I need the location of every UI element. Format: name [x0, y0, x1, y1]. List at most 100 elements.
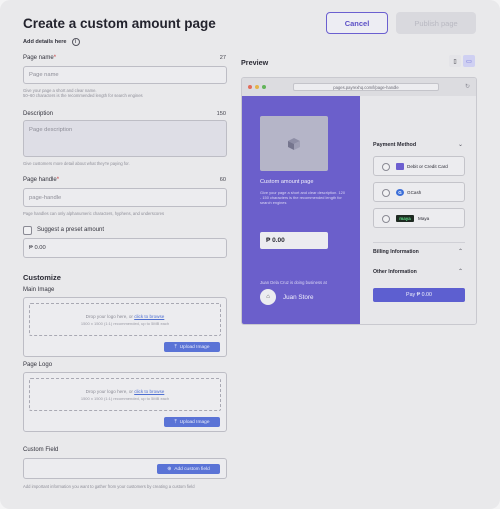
main-image-placeholder	[260, 116, 328, 171]
upload-button-label: Upload Image	[179, 344, 210, 350]
page-logo-recommendation: 1500 x 1500 (1:1) recommended, up to 5MB…	[80, 395, 170, 401]
preview-left-panel: Custom amount page Give your page a shor…	[242, 96, 360, 324]
preset-amount-value: ₱ 0.00	[29, 245, 46, 251]
browser-refresh-icon: ↻	[464, 84, 470, 90]
page-logo-upload[interactable]: Drop your logo here, or click to browse …	[23, 372, 227, 432]
chevron-down-icon[interactable]: ⌄	[458, 141, 463, 148]
chevron-up-icon[interactable]: ⌃	[458, 248, 463, 255]
upload-main-image-button[interactable]: ⤒ Upload Image	[164, 342, 220, 352]
other-information-heading: Other Information	[373, 269, 417, 275]
page-handle-placeholder: page-handle	[29, 194, 62, 201]
page-title: Create a custom amount page	[23, 16, 216, 31]
gcash-icon: G	[396, 189, 404, 196]
box-icon	[288, 137, 300, 150]
minimize-dot-icon	[255, 85, 259, 89]
preview-page-description: Give your page a short and clear descrip…	[260, 190, 345, 206]
page-name-label-text: Page name	[23, 55, 54, 61]
page-logo-drop-text: Drop your logo here, or click to browse	[86, 389, 165, 394]
browser-bar: pages.payrexhq.com/l/page-handle ↻	[242, 78, 476, 96]
close-dot-icon	[248, 85, 252, 89]
preset-amount-input[interactable]: ₱ 0.00	[23, 238, 227, 258]
payment-option-label: Debit or Credit Card	[407, 164, 448, 169]
preview-right-panel: Payment Method ⌄ Debit or Credit Card G …	[360, 96, 476, 324]
preview-page-title: Custom amount page	[260, 179, 314, 185]
publish-page-button[interactable]: Publish page	[396, 12, 476, 34]
page-logo-label: Page Logo	[23, 362, 53, 368]
payment-option-label: GCash	[407, 190, 422, 195]
store-avatar: ⌂	[260, 289, 276, 305]
preview-heading: Preview	[241, 58, 269, 67]
main-image-dropzone[interactable]: Drop your logo here, or click to browse …	[29, 303, 221, 336]
main-image-label: Main Image	[23, 287, 55, 293]
required-mark: *	[53, 55, 57, 61]
chevron-up-icon[interactable]: ⌃	[458, 268, 463, 275]
payment-option-gcash[interactable]: G GCash	[373, 182, 465, 202]
store-icon: ⌂	[266, 294, 270, 300]
upload-icon: ⤒	[174, 420, 177, 425]
upload-button-label: Upload Image	[179, 419, 210, 425]
required-mark: *	[56, 177, 60, 183]
payment-option-maya[interactable]: maya Maya	[373, 208, 465, 228]
browse-link[interactable]: click to browse	[134, 389, 164, 394]
description-counter: 150	[216, 111, 226, 117]
custom-field-hint: Add important information you want to ga…	[23, 484, 195, 489]
add-details-label: Add details here	[23, 39, 67, 45]
page-handle-label-text: Page handle	[23, 177, 57, 183]
page-name-hint-line2: 50–60 characters is the recommended leng…	[23, 93, 143, 99]
browse-link[interactable]: click to browse	[134, 314, 164, 319]
custom-field-label: Custom Field	[23, 447, 59, 453]
add-details-heading: Add details here i	[23, 38, 80, 46]
billing-information-heading: Billing Information	[373, 249, 419, 255]
customize-heading: Customize	[23, 273, 61, 282]
page-handle-input[interactable]: page-handle	[23, 188, 227, 207]
cancel-button[interactable]: Cancel	[326, 12, 388, 34]
main-image-recommendation: 1500 x 1500 (1:1) recommended, up to 5MB…	[80, 320, 170, 326]
add-custom-field-label: Add custom field	[174, 466, 210, 472]
page: Create a custom amount page Cancel Publi…	[0, 0, 500, 509]
preview-browser: pages.payrexhq.com/l/page-handle ↻ Custo…	[241, 77, 477, 325]
main-image-upload[interactable]: Drop your logo here, or click to browse …	[23, 297, 227, 357]
upload-page-logo-button[interactable]: ⤒ Upload Image	[164, 417, 220, 427]
maya-icon: maya	[396, 215, 414, 222]
divider	[373, 242, 465, 243]
radio-gcash[interactable]	[382, 189, 390, 197]
desktop-view-icon[interactable]: ▭	[463, 55, 475, 67]
page-handle-label: Page handle*	[23, 177, 59, 183]
page-name-label: Page name*	[23, 55, 56, 61]
payment-option-label: Maya	[418, 216, 430, 221]
drop-text: Drop your logo here, or	[85, 313, 135, 319]
mobile-view-icon[interactable]: ▯	[449, 55, 461, 67]
page-logo-dropzone[interactable]: Drop your logo here, or click to browse …	[29, 378, 221, 411]
preview-business-line: Juan Dela Cruz is doing business at	[260, 280, 327, 285]
radio-maya[interactable]	[382, 215, 390, 223]
custom-field-box: ⊕ Add custom field	[23, 458, 227, 479]
description-label: Description	[23, 111, 54, 117]
page-handle-hint: Page handles can only alphanumeric chara…	[23, 211, 165, 216]
card-icon	[396, 163, 404, 170]
upload-icon: ⤒	[174, 345, 177, 350]
maximize-dot-icon	[262, 85, 266, 89]
page-handle-counter: 60	[219, 177, 226, 183]
preset-amount-checkbox[interactable]	[23, 226, 32, 235]
payment-method-heading: Payment Method	[373, 142, 417, 148]
plus-circle-icon: ⊕	[167, 466, 172, 472]
description-hint: Give customers more detail about what th…	[23, 161, 130, 166]
page-name-input[interactable]: Page name	[23, 66, 227, 84]
pay-button[interactable]: Pay ₱ 0.00	[373, 288, 465, 302]
page-name-counter: 27	[219, 55, 226, 61]
info-icon[interactable]: i	[71, 38, 80, 46]
description-placeholder: Page description	[29, 127, 73, 133]
description-textarea[interactable]: Page description	[23, 120, 227, 157]
drop-text: Drop your logo here, or	[85, 388, 135, 394]
page-name-placeholder: Page name	[29, 72, 59, 78]
add-custom-field-button[interactable]: ⊕ Add custom field	[157, 464, 220, 474]
preview-amount-field[interactable]: ₱ 0.00	[260, 232, 328, 249]
radio-card[interactable]	[382, 163, 390, 171]
payment-option-card[interactable]: Debit or Credit Card	[373, 156, 465, 176]
preview-store-name: Juan Store	[283, 294, 314, 301]
page-name-hint: Give your page a short and clear name. 50…	[23, 88, 143, 99]
main-image-drop-text: Drop your logo here, or click to browse	[86, 314, 165, 319]
browser-url: pages.payrexhq.com/l/page-handle	[293, 83, 439, 91]
device-toggle: ▯ ▭	[449, 55, 475, 68]
preset-amount-label: Suggest a preset amount	[37, 227, 105, 233]
